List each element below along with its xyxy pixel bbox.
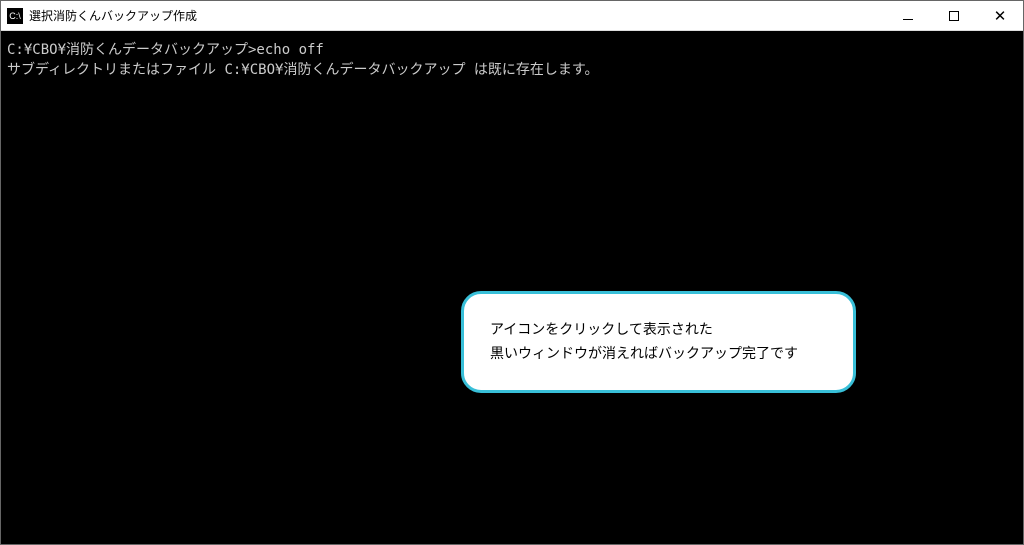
close-icon: ✕	[994, 9, 1007, 24]
callout-line-1: アイコンをクリックして表示された	[490, 318, 827, 342]
minimize-button[interactable]	[885, 1, 931, 31]
instruction-callout: アイコンをクリックして表示された 黒いウィンドウが消えればバックアップ完了です	[461, 291, 856, 393]
callout-line-2: 黒いウィンドウが消えればバックアップ完了です	[490, 342, 827, 366]
minimize-icon	[903, 19, 913, 20]
console-output: C:¥CBO¥消防くんデータバックアップ>echo off サブディレクトリまた…	[1, 31, 1023, 544]
titlebar[interactable]: C:\ 選択消防くんバックアップ作成 ✕	[1, 1, 1023, 31]
window-title: 選択消防くんバックアップ作成	[29, 7, 885, 24]
command-prompt-window: C:\ 選択消防くんバックアップ作成 ✕ C:¥CBO¥消防くんデータバックアッ…	[0, 0, 1024, 545]
cmd-icon: C:\	[7, 8, 23, 24]
maximize-icon	[949, 11, 959, 21]
console-line-1: C:¥CBO¥消防くんデータバックアップ>echo off	[7, 42, 324, 58]
window-controls: ✕	[885, 1, 1023, 30]
maximize-button[interactable]	[931, 1, 977, 31]
close-button[interactable]: ✕	[977, 1, 1023, 31]
console-line-2: サブディレクトリまたはファイル C:¥CBO¥消防くんデータバックアップ は既に…	[7, 62, 598, 78]
cmd-icon-label: C:\	[9, 11, 21, 21]
